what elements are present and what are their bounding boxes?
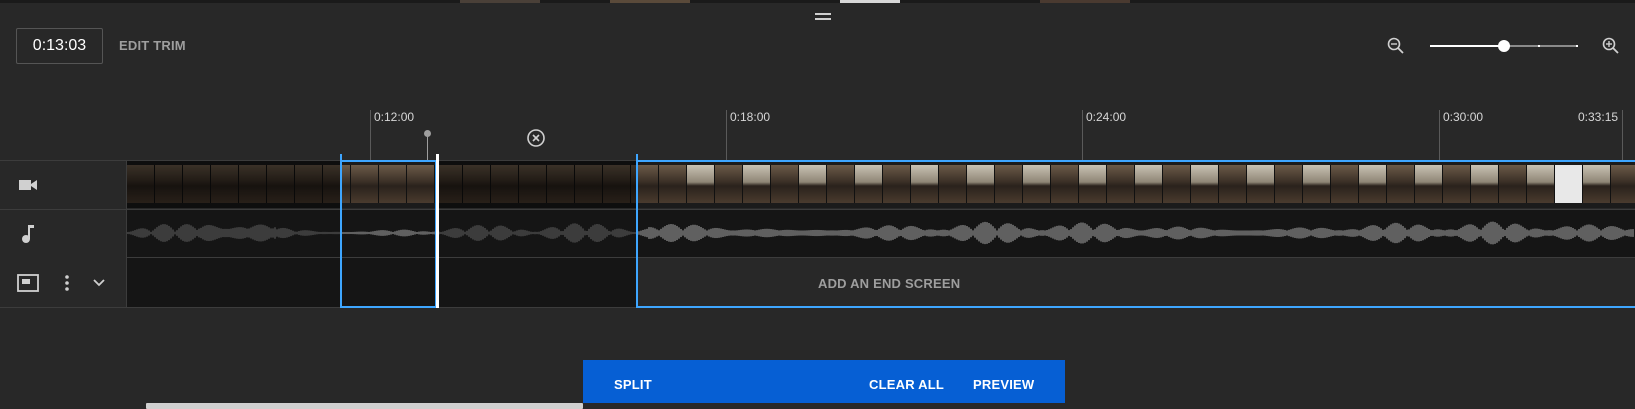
more-vert-icon[interactable] [64, 274, 70, 292]
timecode-display[interactable]: 0:13:03 [16, 28, 103, 64]
add-end-screen-button[interactable]: ADD AN END SCREEN [818, 276, 960, 291]
trim-editor: 0:13:03 EDIT TRIM 0:12:00 0:18:00 0:24:0… [0, 0, 1635, 409]
zoom-in-icon[interactable] [1601, 36, 1621, 56]
video-track-header [0, 161, 127, 209]
clear-all-button[interactable]: CLEAR ALL [869, 377, 944, 392]
video-thumbnail-frame [1051, 165, 1079, 203]
video-thumbnail-frame [1527, 165, 1555, 203]
trimmed-region-overlay [127, 161, 341, 208]
zoom-step-mark [1538, 45, 1540, 47]
zoom-out-icon[interactable] [1386, 36, 1406, 56]
music-note-icon [22, 225, 34, 243]
video-thumbnail-frame [1191, 165, 1219, 203]
video-thumbnail-frame [1135, 165, 1163, 203]
video-camera-icon [19, 180, 37, 190]
end-screen-icon[interactable] [17, 274, 39, 292]
video-track[interactable] [127, 161, 1635, 208]
video-thumbnail-frame [855, 165, 883, 203]
ruler-tick [1439, 110, 1440, 160]
ruler-tick-label: 0:33:15 [1578, 110, 1619, 124]
video-thumbnail-frame [1023, 165, 1051, 203]
zoom-slider-thumb[interactable] [1498, 40, 1510, 52]
track-divider [0, 307, 1635, 308]
video-thumbnail-frame [687, 165, 715, 203]
end-screen-track-header [0, 258, 127, 307]
audio-track-header [0, 210, 127, 258]
ruler-tick [370, 110, 371, 160]
ruler-tick [1622, 110, 1623, 160]
video-thumbnail-frame [1079, 165, 1107, 203]
ruler-tick [726, 110, 727, 160]
scrollbar-thumb[interactable] [146, 403, 583, 409]
ruler-tick-label: 0:30:00 [1443, 110, 1484, 124]
playhead[interactable] [436, 154, 439, 308]
video-thumbnail-frame [379, 165, 407, 203]
video-thumbnail-frame [1555, 165, 1583, 203]
video-thumbnail-frame [911, 165, 939, 203]
video-thumbnail-frame [1247, 165, 1275, 203]
video-thumbnail-frame [659, 165, 687, 203]
chevron-down-icon[interactable] [92, 278, 106, 288]
video-thumbnail-frame [1275, 165, 1303, 203]
video-thumbnail-frame [1583, 165, 1611, 203]
trimmed-region-overlay [437, 161, 637, 208]
end-screen-active-region [637, 258, 1635, 307]
video-thumbnail-frame [967, 165, 995, 203]
video-thumbnail-frame [771, 165, 799, 203]
video-thumbnail-frame [1611, 165, 1635, 203]
video-thumbnail-frame [995, 165, 1023, 203]
edit-trim-button[interactable]: EDIT TRIM [119, 38, 186, 53]
video-thumbnail-frame [715, 165, 743, 203]
preview-button[interactable]: PREVIEW [973, 377, 1034, 392]
zoom-step-mark [1576, 45, 1578, 47]
timeline-ruler[interactable]: 0:12:00 0:18:00 0:24:00 0:30:00 0:33:15 [127, 100, 1635, 160]
video-thumbnail-frame [1359, 165, 1387, 203]
video-thumbnail-frame [743, 165, 771, 203]
ruler-tick-label: 0:12:00 [374, 110, 415, 124]
video-thumbnail-frame [1499, 165, 1527, 203]
video-thumbnail-frame [1387, 165, 1415, 203]
video-thumbnail-frame [1219, 165, 1247, 203]
resize-handle-icon[interactable] [815, 12, 833, 22]
ruler-tick [1082, 110, 1083, 160]
video-thumbnail-frame [827, 165, 855, 203]
video-thumbnail-frame [1471, 165, 1499, 203]
video-thumbnail-frame [351, 165, 379, 203]
video-thumbnail-frame [1415, 165, 1443, 203]
video-thumbnail-frame [939, 165, 967, 203]
video-thumbnail-frame [1107, 165, 1135, 203]
zoom-slider[interactable] [1430, 40, 1578, 52]
video-thumbnail-frame [883, 165, 911, 203]
ruler-tick-label: 0:24:00 [1086, 110, 1127, 124]
action-bar: SPLIT CLEAR ALL PREVIEW [583, 360, 1065, 409]
ruler-tick-label: 0:18:00 [730, 110, 771, 124]
video-thumbnail-frame [1331, 165, 1359, 203]
audio-waveform [127, 221, 1634, 245]
audio-track[interactable] [127, 210, 1635, 257]
video-thumbnail-frame [407, 165, 435, 203]
thumbnail-strip-edge [0, 0, 1635, 3]
zoom-fill [1430, 45, 1504, 47]
video-thumbnail-frame [799, 165, 827, 203]
split-button[interactable]: SPLIT [614, 377, 652, 392]
video-thumbnail-frame [1163, 165, 1191, 203]
remove-cut-icon[interactable] [526, 128, 546, 148]
video-thumbnail-frame [1303, 165, 1331, 203]
video-thumbnail-frame [1443, 165, 1471, 203]
cut-marker-stem [427, 136, 428, 160]
